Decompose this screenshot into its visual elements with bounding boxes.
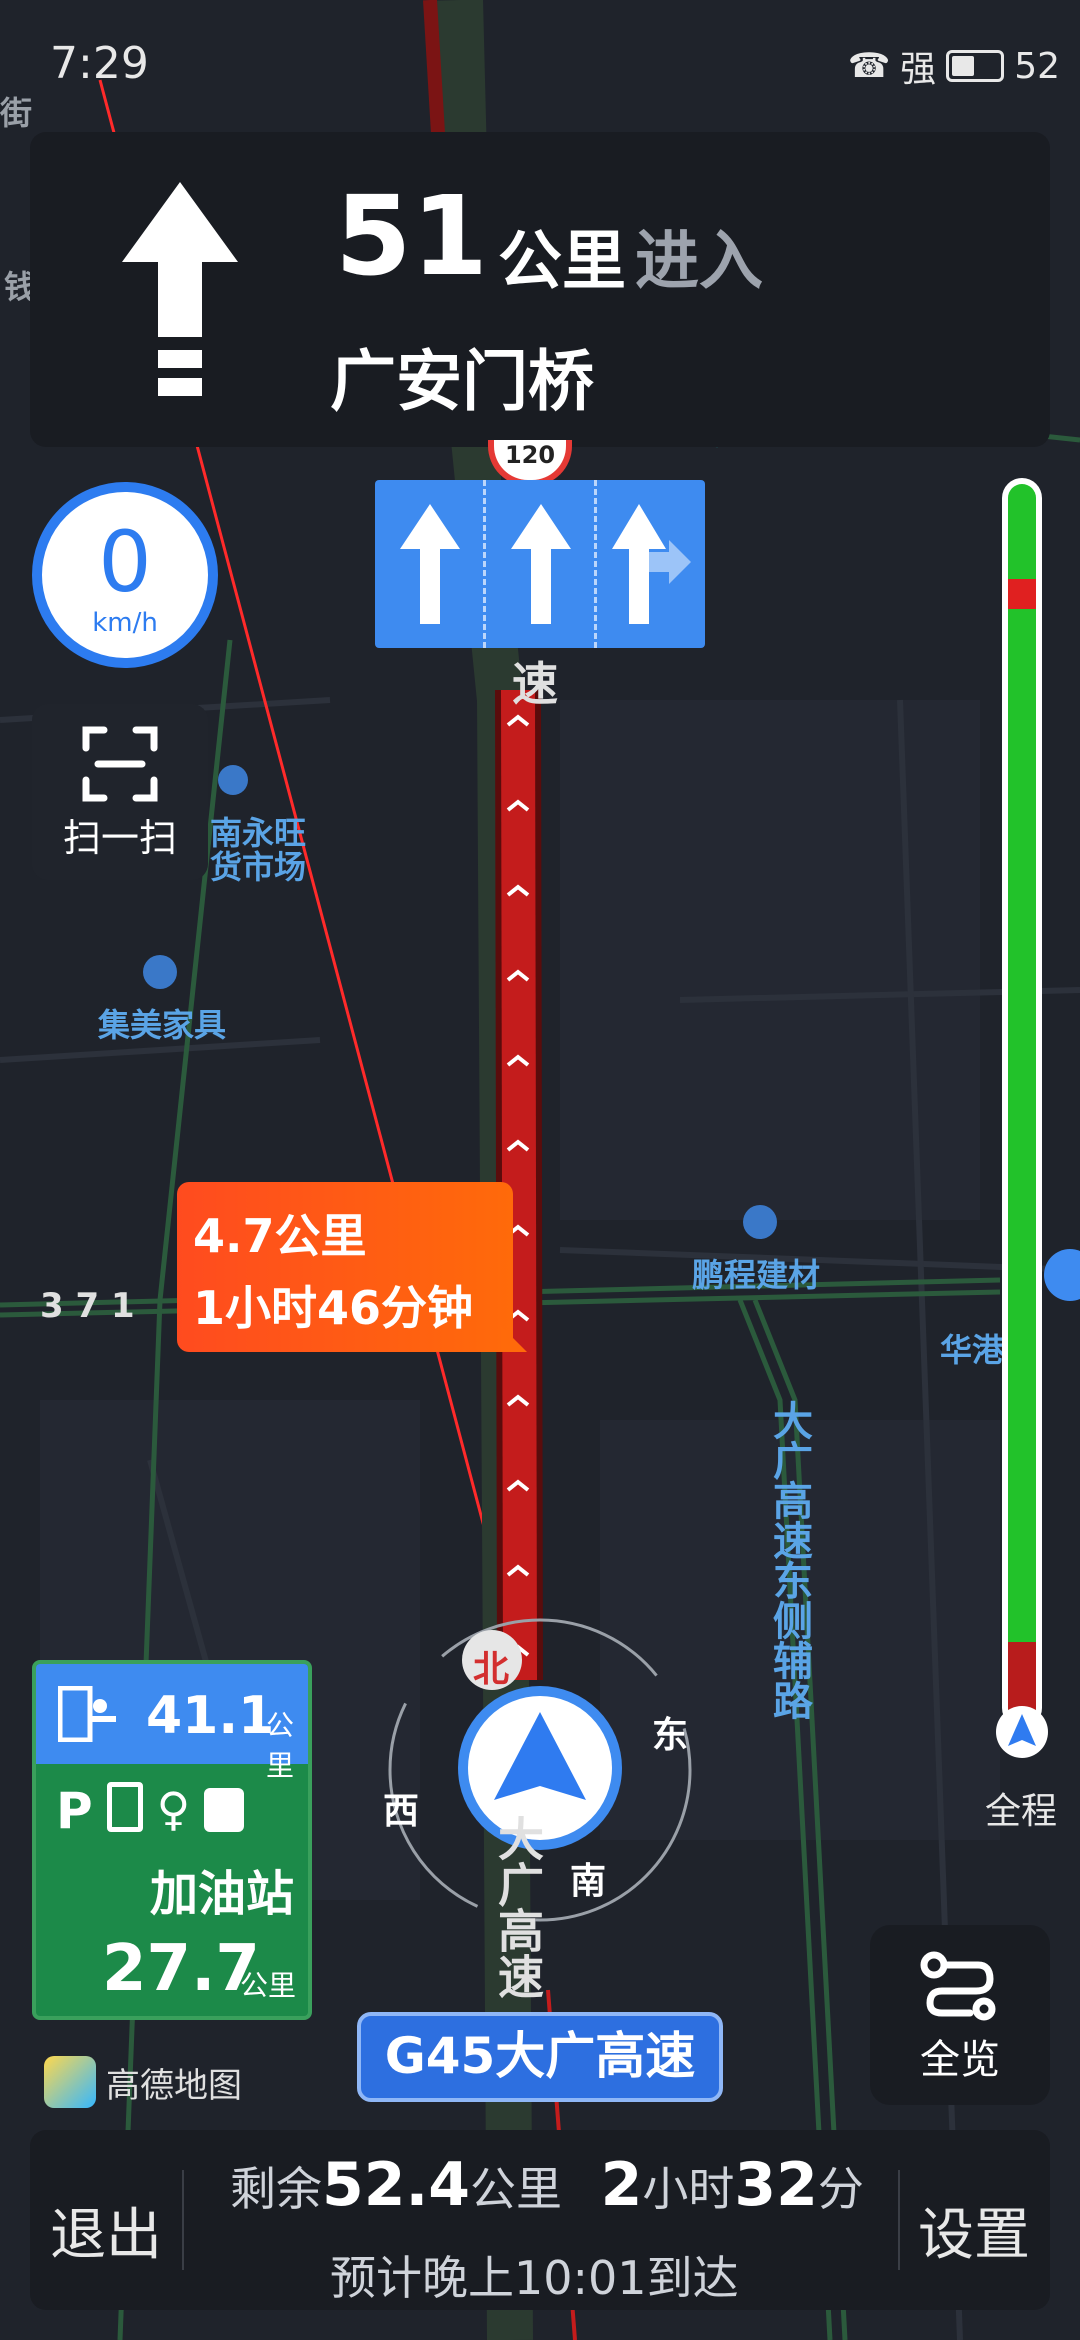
service-distance: 27.7 <box>102 1932 260 2006</box>
progress-full-label: 全程 <box>985 1791 1058 1832</box>
callout-distance: 4.7公里 <box>193 1209 367 1263</box>
lane-straight-icon <box>375 480 483 648</box>
scan-button[interactable]: 扫一扫 <box>32 704 208 880</box>
parking-icon: P <box>56 1782 93 1840</box>
poi-label[interactable]: 鹏程建材 <box>692 1250 820 1296</box>
compass-north: 北 <box>473 1649 510 1690</box>
speed-unit: km/h <box>92 608 158 638</box>
bottom-bar: 退出 剩余52.4公里 2小时32分 预计晚上10:01到达 设置 <box>30 2130 1050 2310</box>
service-area-panel[interactable]: 41.1 公里 P ♀ 加油站 27.7 公里 <box>32 1660 312 2020</box>
toll-distance: 41.1 <box>146 1686 275 1746</box>
overview-label: 全览 <box>920 2037 1000 2083</box>
toll-unit: 公里 <box>266 1709 295 1782</box>
status-time: 7:29 <box>50 38 149 89</box>
lane-guidance <box>375 480 705 648</box>
fuel-icon <box>106 1782 143 1832</box>
status-bar-right: ☎ 强 52 <box>848 40 1060 92</box>
settings-button[interactable]: 设置 <box>918 2190 1030 2271</box>
poi-marker-icon[interactable] <box>743 1205 777 1239</box>
position-arrow-icon <box>1008 1714 1036 1746</box>
battery-icon <box>946 50 1005 82</box>
service-icons: P ♀ <box>56 1782 245 1840</box>
service-name: 加油站 <box>149 1866 294 1922</box>
lane-straight-icon <box>483 480 594 648</box>
toll-station-row: 41.1 公里 <box>36 1664 308 1782</box>
lane-straight-right-icon <box>594 480 705 648</box>
road-label: 大广高速东侧辅路 <box>766 1400 812 1720</box>
remaining-minutes-unit: 分 <box>817 2162 864 2216</box>
signal-strength: 强 <box>900 49 937 90</box>
scan-icon <box>82 726 158 802</box>
remaining-hours-unit: 小时 <box>642 2162 735 2216</box>
remaining-prefix: 剩余 <box>230 2162 322 2216</box>
poi-label[interactable]: 集美家具 <box>98 1000 226 1046</box>
guidance-action: 进入 <box>635 225 763 299</box>
guidance-unit: 公里 <box>498 225 626 299</box>
app-logo: 高德地图 <box>44 2056 242 2108</box>
route-overview-icon <box>920 1951 996 2021</box>
route-progress-track <box>1008 484 1036 1722</box>
poi-label[interactable]: 货市场 <box>210 842 306 888</box>
poi-label[interactable]: 华港 <box>940 1325 1004 1371</box>
eta-text: 预计晚上10:01到达 <box>330 2251 739 2305</box>
guidance-distance: 51 <box>335 172 489 300</box>
remaining-distance-unit: 公里 <box>470 2162 563 2216</box>
battery-level: 52 <box>1014 45 1060 87</box>
speed-value: 0 <box>98 513 152 611</box>
route-callout[interactable]: 4.7公里 1小时46分钟 <box>177 1182 527 1352</box>
poi-marker-icon[interactable] <box>143 955 177 989</box>
scan-label: 扫一扫 <box>62 816 177 860</box>
road-label: 3 7 1 <box>40 1286 135 1326</box>
current-road-name: G45大广高速 <box>357 2012 723 2102</box>
road-label: 速 <box>512 657 558 711</box>
guidance-panel[interactable]: 51 公里 进入 广安门桥 <box>30 132 1050 447</box>
speedometer: 0 km/h <box>32 482 218 668</box>
service-unit: 公里 <box>240 1969 297 2002</box>
toll-station-icon <box>58 1686 116 1742</box>
signal-icon: ☎ <box>847 46 891 86</box>
remaining-distance: 52.4 <box>322 2150 471 2220</box>
guidance-road: 广安门桥 <box>330 343 594 420</box>
divider <box>182 2170 184 2270</box>
current-position-marker <box>996 1706 1048 1758</box>
exit-button[interactable]: 退出 <box>50 2190 162 2271</box>
remaining-hours: 2 <box>600 2150 643 2220</box>
amap-logo-icon <box>44 2056 96 2108</box>
compass-east: 东 <box>652 1715 689 1756</box>
shop-icon <box>204 1788 245 1832</box>
compass-south: 南 <box>570 1861 607 1902</box>
restroom-icon: ♀ <box>156 1782 191 1836</box>
remaining-minutes: 32 <box>734 2150 818 2220</box>
road-label: 街 <box>0 94 33 132</box>
logo-text: 高德地图 <box>106 2065 242 2106</box>
road-label: 大广高速 <box>491 1815 545 1999</box>
callout-time: 1小时46分钟 <box>193 1281 474 1335</box>
jam-segment <box>1008 579 1036 609</box>
route-progress-bar[interactable] <box>1002 478 1042 1728</box>
straight-arrow-icon <box>122 182 238 396</box>
divider <box>898 2170 900 2270</box>
compass-west: 西 <box>383 1791 420 1832</box>
remaining-summary: 剩余52.4公里 2小时32分 <box>230 2150 864 2220</box>
overview-button[interactable]: 全览 <box>870 1925 1050 2105</box>
poi-marker-icon[interactable] <box>218 765 248 795</box>
